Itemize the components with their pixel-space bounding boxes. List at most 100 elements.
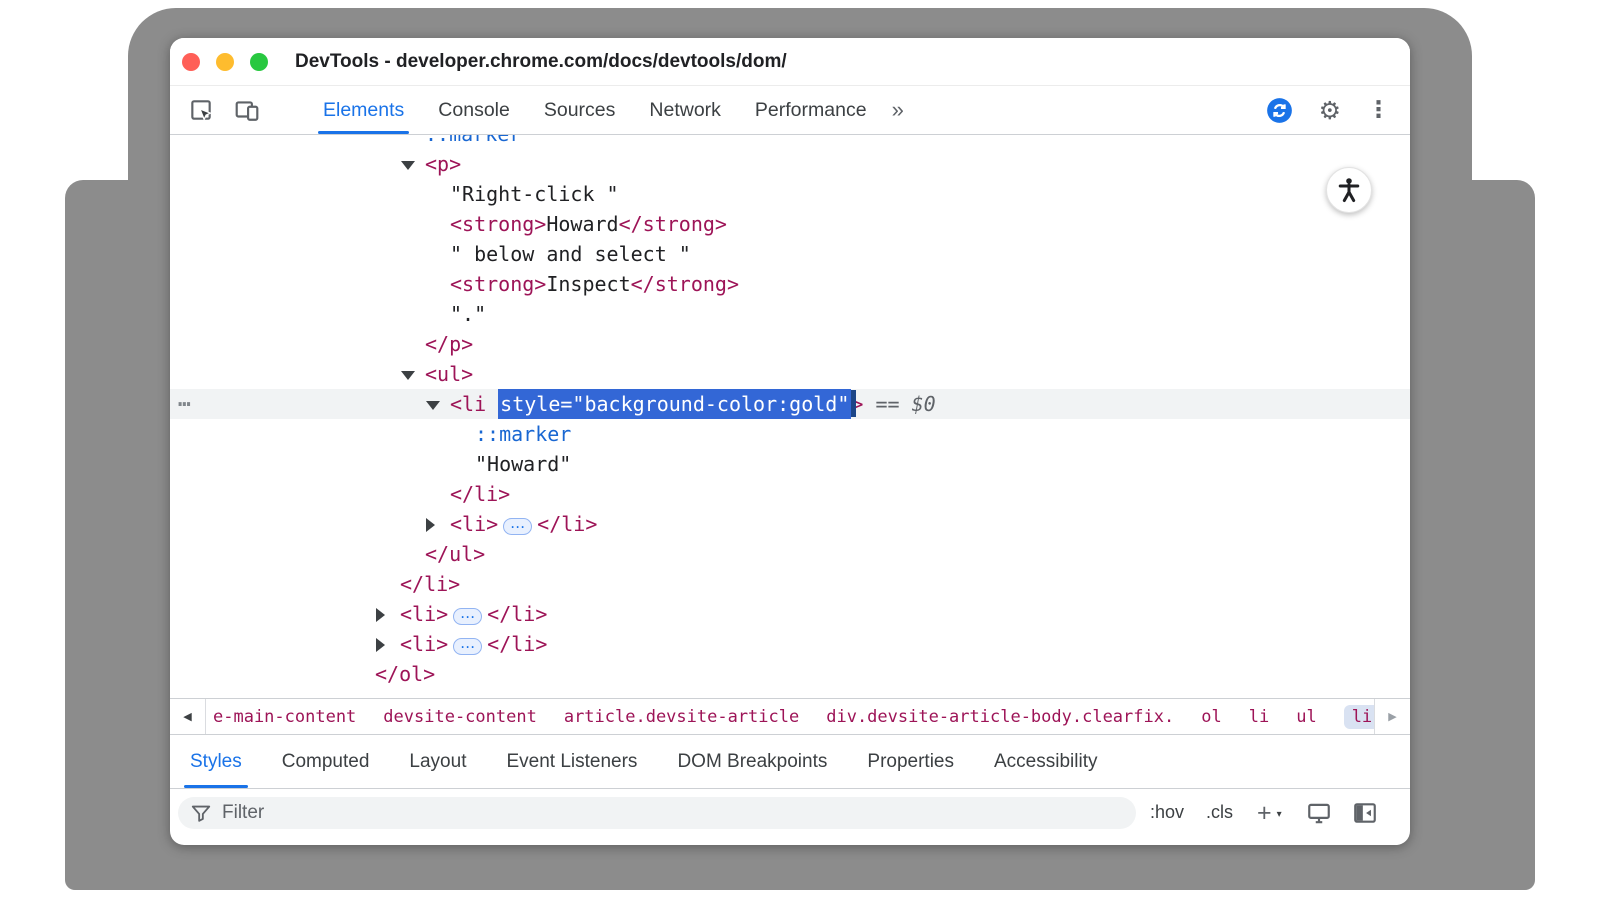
tree-seg-tag: </li>	[537, 512, 597, 536]
tree-seg-tag: <p>	[425, 152, 461, 176]
panel-tab-properties[interactable]: Properties	[847, 735, 974, 788]
tree-row[interactable]: <p>	[170, 149, 1410, 179]
tree-seg-tag: <li>	[400, 632, 448, 656]
collapse-arrow-icon[interactable]	[426, 401, 440, 410]
filter-input[interactable]	[222, 802, 1124, 824]
tree-row[interactable]: "Right-click "	[170, 179, 1410, 209]
toolbar-tab-elements[interactable]: Elements	[306, 86, 421, 134]
panel-tab-styles[interactable]: Styles	[170, 735, 262, 788]
toolbar-tab-network[interactable]: Network	[632, 86, 738, 134]
accessibility-button[interactable]	[1326, 167, 1372, 213]
window-title: DevTools - developer.chrome.com/docs/dev…	[295, 51, 787, 73]
gear-icon[interactable]: ⚙	[1319, 96, 1341, 125]
panel-tab-accessibility[interactable]: Accessibility	[974, 735, 1117, 788]
breadcrumb-item[interactable]: devsite-content	[383, 707, 537, 727]
close-button[interactable]	[182, 53, 200, 71]
row-more-actions-icon[interactable]: …	[178, 384, 191, 414]
toolbar-tabs: ElementsConsoleSourcesNetworkPerformance	[306, 86, 884, 134]
breadcrumb-bar: ◀ e-main-content devsite-content article.d…	[170, 698, 1410, 734]
tree-seg-tag: </strong>	[631, 272, 739, 296]
monitor-icon[interactable]	[1306, 800, 1332, 826]
tree-seg-tag: </li>	[487, 602, 547, 626]
tree-row[interactable]: "Howard"	[170, 449, 1410, 479]
filter-field[interactable]	[178, 797, 1136, 829]
tree-row[interactable]: <li> … </li>	[170, 599, 1410, 629]
breadcrumb: e-main-content devsite-content article.dev…	[206, 699, 1374, 734]
toggle-class-button[interactable]: .cls	[1206, 802, 1233, 823]
tree-seg-text: "Howard"	[475, 452, 571, 476]
expand-arrow-icon[interactable]	[376, 608, 385, 622]
tree-seg-text: Inspect	[546, 272, 630, 296]
tree-row[interactable]: <li> … </li>	[170, 509, 1410, 539]
inspect-element-icon[interactable]	[188, 97, 214, 123]
tree-seg-tag: <strong>	[450, 272, 546, 296]
toggle-hover-state-button[interactable]: :hov	[1150, 802, 1184, 823]
tree-seg-tag: </li>	[487, 632, 547, 656]
tree-row[interactable]: <strong>Inspect</strong>	[170, 269, 1410, 299]
toolbar-tab-sources[interactable]: Sources	[527, 86, 633, 134]
breadcrumb-item[interactable]: li	[1249, 707, 1269, 727]
tree-seg-text: "."	[450, 302, 486, 326]
sidebar-toggle-icon[interactable]	[1352, 800, 1378, 826]
tree-row[interactable]: </ol>	[170, 659, 1410, 689]
breadcrumb-item[interactable]: article.devsite-article	[564, 707, 799, 727]
expand-arrow-icon[interactable]	[426, 518, 435, 532]
device-toolbar-icon[interactable]	[234, 97, 260, 123]
toolbar-tab-console[interactable]: Console	[421, 86, 527, 134]
breadcrumb-item[interactable]: ul	[1296, 707, 1316, 727]
breadcrumb-scroll-right-icon[interactable]: ▶	[1374, 699, 1410, 734]
tree-row[interactable]: </p>	[170, 329, 1410, 359]
titlebar: DevTools - developer.chrome.com/docs/dev…	[170, 38, 1410, 86]
more-tabs-button[interactable]: »	[892, 97, 904, 123]
sync-icon[interactable]	[1266, 97, 1293, 124]
devtools-window: DevTools - developer.chrome.com/docs/dev…	[170, 38, 1410, 845]
inline-expand-icon[interactable]: …	[453, 638, 482, 655]
tree-row-selected[interactable]: …<li style="background-color:gold"> == $…	[170, 389, 1410, 419]
breadcrumb-scroll-left-icon[interactable]: ◀	[170, 699, 206, 734]
tree-row[interactable]: ::marker	[170, 419, 1410, 449]
tree-row[interactable]: <li> … </li>	[170, 629, 1410, 659]
panel-tab-computed[interactable]: Computed	[262, 735, 390, 788]
panel-tab-event-listeners[interactable]: Event Listeners	[486, 735, 657, 788]
devtools-toolbar: ElementsConsoleSourcesNetworkPerformance…	[170, 86, 1410, 135]
tree-seg-tag: <li>	[400, 602, 448, 626]
panel-tab-dom-breakpoints[interactable]: DOM Breakpoints	[657, 735, 847, 788]
toolbar-tab-performance[interactable]: Performance	[738, 86, 884, 134]
tree-row[interactable]: <strong>Howard</strong>	[170, 209, 1410, 239]
filter-funnel-icon	[190, 802, 212, 824]
inline-expand-icon[interactable]: …	[503, 518, 532, 535]
tree-seg-text: "Right-click "	[450, 182, 619, 206]
collapse-arrow-icon[interactable]	[401, 161, 415, 170]
new-style-rule-button[interactable]: +▾	[1257, 803, 1272, 823]
styles-panel-tabs: StylesComputedLayoutEvent ListenersDOM B…	[170, 734, 1410, 789]
tree-row[interactable]: </li>	[170, 479, 1410, 509]
breadcrumb-item[interactable]: div.devsite-article-body.clearfix.	[826, 707, 1174, 727]
tree-row[interactable]: </ul>	[170, 539, 1410, 569]
tree-row[interactable]: </li>	[170, 569, 1410, 599]
tree-row[interactable]: <ul>	[170, 359, 1410, 389]
tree-seg-dollar: $0	[912, 392, 936, 416]
panel-tab-layout[interactable]: Layout	[389, 735, 486, 788]
kebab-menu-icon[interactable]: ⋮	[1367, 97, 1390, 123]
tree-row[interactable]: " below and select "	[170, 239, 1410, 269]
filter-bar: :hov .cls +▾	[170, 789, 1410, 836]
tree-seg-text: Howard	[546, 212, 618, 236]
tree-seg-tag: </li>	[400, 572, 460, 596]
tree-row[interactable]: ::marker	[170, 135, 1410, 149]
minimize-button[interactable]	[216, 53, 234, 71]
tree-seg-tag: <ul>	[425, 362, 473, 386]
tree-seg-tag: </strong>	[619, 212, 727, 236]
collapse-arrow-icon[interactable]	[401, 371, 415, 380]
breadcrumb-item[interactable]: e-main-content	[213, 707, 356, 727]
tree-seg-tag: <li	[450, 392, 498, 416]
tree-row[interactable]: "."	[170, 299, 1410, 329]
zoom-button[interactable]	[250, 53, 268, 71]
tree-seg-tag: </ul>	[425, 542, 485, 566]
breadcrumb-item[interactable]: ol	[1201, 707, 1221, 727]
tree-seg-pseudo: ::marker	[475, 422, 571, 446]
tree-seg-tag: <li>	[450, 512, 498, 536]
tree-seg-attr-selected[interactable]: style="background-color:gold"	[498, 389, 851, 419]
inline-expand-icon[interactable]: …	[453, 608, 482, 625]
breadcrumb-item-selected[interactable]: li	[1344, 705, 1374, 729]
expand-arrow-icon[interactable]	[376, 638, 385, 652]
